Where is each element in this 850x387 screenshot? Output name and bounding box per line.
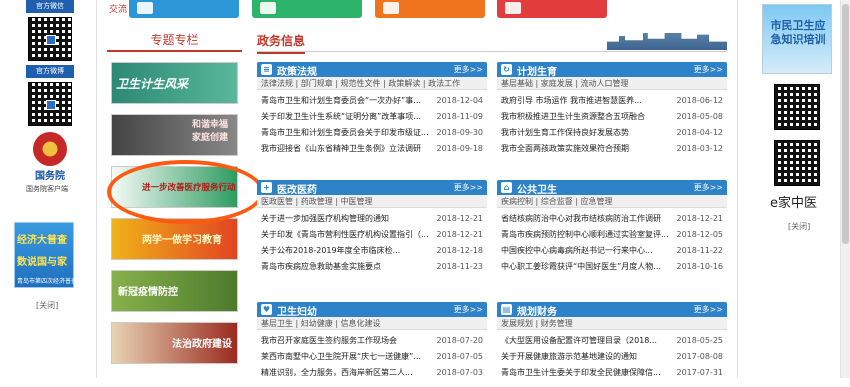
list-item[interactable]: 青岛市疾病预防控制中心顺利通过实验室复评... 2018-12-05 [501, 227, 723, 243]
list-item[interactable]: 我市迎接省《山东省精神卫生条例》立法调研 2018-09-18 [261, 141, 483, 157]
topic-banner-4[interactable]: 两学一做学习教育 [111, 218, 238, 260]
ejia-zhongyi-label: e家中医 [770, 196, 817, 211]
special-topics-header: 专题专栏 [107, 30, 242, 52]
right-sidebar: 市民卫生应急知识培训 e家中医 [关闭] [756, 0, 840, 232]
list-item[interactable]: 精准识别，全力服务，西海岸新区第二人... 2018-07-03 [261, 365, 483, 381]
right-close-link[interactable]: [关闭] [788, 221, 840, 232]
more-link[interactable]: 更多>> [694, 182, 723, 193]
service-button-1[interactable] [129, 0, 239, 18]
chat-icon [505, 2, 521, 14]
service-button-4[interactable] [497, 0, 607, 18]
news-box-women-children: ♥ 卫生妇幼 更多>> 基层卫生 | 妇幼健康 | 信息化建设 我市召开家庭医生签约… [257, 302, 487, 381]
weixin-tag: 官方微信 [26, 0, 74, 13]
promo-line1: 经济大普查 [17, 235, 67, 246]
topic-banner-1[interactable]: 卫生计生风采 [111, 62, 238, 104]
list-item[interactable]: 我市积极推进卫生计生资源整合五项融合 2018-05-08 [501, 109, 723, 125]
news-box-family-planning: ↻ 计划生育 更多>> 基层基础 | 家庭发展 | 流动人口管理 政府引导 市场运作… [497, 62, 727, 157]
government-news: 政务信息 ≡ 政策法规 更多>> 法律法规 | 部门规章 | 规范性文件 | 政策解… [257, 27, 727, 377]
list-item[interactable]: 《大型医用设备配置许可管理目录（2018... 2018-05-25 [501, 333, 723, 349]
topic-banner-6[interactable]: 法治政府建设 [111, 322, 238, 364]
gwy-caption: 国务院客户端 [26, 185, 68, 193]
refresh-icon: ↻ [501, 64, 512, 75]
family-icon: ♥ [261, 304, 272, 315]
list-item[interactable]: 中心职工姜珍霞获评“中国好医生”月度人物... 2018-10-16 [501, 259, 723, 275]
news-box-medical-reform: + 医改医药 更多>> 医政医管 | 药政管理 | 中医管理 关于进一步加强医疗机构… [257, 180, 487, 275]
list-item[interactable]: 关于公布2018-2019年度全市临床检... 2018-12-18 [261, 243, 483, 259]
box-categories[interactable]: 疾病控制 | 综合监督 | 应急管理 [497, 195, 727, 208]
list-item[interactable]: 青岛市卫生和计划生育委员会关于印发市级证... 2018-09-30 [261, 125, 483, 141]
box-categories[interactable]: 基层卫生 | 妇幼健康 | 信息化建设 [257, 317, 487, 330]
chart-icon: ▤ [501, 304, 512, 315]
box-categories[interactable]: 医政医管 | 药政管理 | 中医管理 [257, 195, 487, 208]
promo-line3: 青岛市第四次经济普查 [17, 278, 78, 285]
more-link[interactable]: 更多>> [454, 304, 483, 315]
document-icon: ≡ [261, 64, 272, 75]
news-box-planning-finance: ▤ 规划财务 更多>> 发展规划 | 财务管理 《大型医用设备配置许可管理目录（20… [497, 302, 727, 381]
more-link[interactable]: 更多>> [454, 182, 483, 193]
box-title: 政策法规 [277, 67, 317, 78]
list-item[interactable]: 青岛市卫生计生委关于印发全民健康保障信... 2017-07-31 [501, 365, 723, 381]
scrollbar-thumb[interactable] [842, 4, 849, 244]
more-link[interactable]: 更多>> [694, 304, 723, 315]
box-categories[interactable]: 基层基础 | 家庭发展 | 流动人口管理 [497, 77, 727, 90]
list-item[interactable]: 中国疾控中心病毒病所赵书记一行来中心... 2018-11-22 [501, 243, 723, 259]
top-service-row: 交流 [97, 0, 739, 22]
main-content: 交流 专题专栏 卫生计生风采 和谐幸福 家庭创建 进一步改善医疗服务行动 两学一… [96, 0, 738, 378]
more-link[interactable]: 更多>> [454, 64, 483, 75]
list-item[interactable]: 莱西市南墅中心卫生院开展“庆七一送健康”... 2018-07-05 [261, 349, 483, 365]
more-link[interactable]: 更多>> [694, 64, 723, 75]
qr-code-1 [774, 84, 820, 130]
promo-line2: 数说国与家 [17, 257, 67, 268]
scrollbar[interactable] [840, 0, 850, 378]
weibo-tag: 官方微博 [26, 65, 74, 78]
phone-icon [383, 2, 399, 14]
news-box-public-health: ⌂ 公共卫生 更多>> 疾病控制 | 综合监督 | 应急管理 省结核病防治中心对我市… [497, 180, 727, 275]
mail-icon [137, 2, 153, 14]
box-title: 卫生妇幼 [277, 307, 317, 318]
national-emblem-icon [33, 132, 67, 166]
list-item[interactable]: 我市全面两孩政策实施效果符合预期 2018-03-12 [501, 141, 723, 157]
person-icon [260, 2, 276, 14]
weixin-qr-code [28, 17, 72, 61]
box-title: 医改医药 [277, 185, 317, 196]
list-item[interactable]: 关于开展健康旅游示范基地建设的通知 2017-08-08 [501, 349, 723, 365]
top-label: 交流 [109, 5, 128, 15]
list-item[interactable]: 关于进一步加强医疗机构管理的通知 2018-12-21 [261, 211, 483, 227]
emergency-training-text: 市民卫生应急知识培训 [770, 19, 826, 46]
box-categories[interactable]: 法律法规 | 部门规章 | 规范性文件 | 政策解读 | 政法工作 [257, 77, 487, 90]
qr-code-2 [774, 140, 820, 186]
list-item[interactable]: 省结核病防治中心对我市结核病防治工作调研 2018-12-21 [501, 211, 723, 227]
hospital-icon: ⌂ [501, 182, 512, 193]
news-title: 政务信息 [257, 32, 306, 54]
emergency-training-banner[interactable]: 市民卫生应急知识培训 [762, 4, 832, 74]
topic-banner-5[interactable]: 新冠疫情防控 [111, 270, 238, 312]
service-button-3[interactable] [375, 0, 485, 18]
city-skyline-image [607, 27, 727, 50]
list-item[interactable]: 我市计划生育工作保持良好发展态势 2018-04-12 [501, 125, 723, 141]
list-item[interactable]: 青岛市卫生和计划生育委员会“一次办好”事... 2018-12-04 [261, 93, 483, 109]
economic-census-banner[interactable]: 经济大普查 数说国与家 青岛市第四次经济普查 [14, 222, 78, 288]
news-box-policy: ≡ 政策法规 更多>> 法律法规 | 部门规章 | 规范性文件 | 政策解读 | 政… [257, 62, 487, 157]
highlight-oval [107, 160, 264, 224]
left-close-link[interactable]: [关闭] [36, 300, 58, 311]
list-item[interactable]: 青岛市疾病应急救助基金实施要点 2018-11-23 [261, 259, 483, 275]
weibo-qr-code [28, 82, 72, 126]
topic-banner-2[interactable]: 和谐幸福 家庭创建 [111, 114, 238, 156]
news-header: 政务信息 [257, 27, 727, 54]
box-categories[interactable]: 发展规划 | 财务管理 [497, 317, 727, 330]
service-button-2[interactable] [252, 0, 362, 18]
box-title: 计划生育 [517, 67, 557, 78]
left-sidebar: 官方微信 官方微博 国务院 国务院客户端 [26, 0, 74, 194]
list-item[interactable]: 关于印发卫生计生系统“证明分离”改革事项... 2018-11-09 [261, 109, 483, 125]
list-item[interactable]: 政府引导 市场运作 我市推进智慧医养... 2018-06-12 [501, 93, 723, 109]
list-item[interactable]: 关于印发《青岛市营利性医疗机构设置指引（... 2018-12-21 [261, 227, 483, 243]
medical-kit-icon: + [261, 182, 272, 193]
gwy-label: 国务院 [35, 171, 65, 182]
box-title: 公共卫生 [517, 185, 557, 196]
box-title: 规划财务 [517, 307, 557, 318]
list-item[interactable]: 我市召开家庭医生签约服务工作现场会 2018-07-20 [261, 333, 483, 349]
gwy-app-link[interactable]: 国务院 国务院客户端 [26, 132, 74, 194]
